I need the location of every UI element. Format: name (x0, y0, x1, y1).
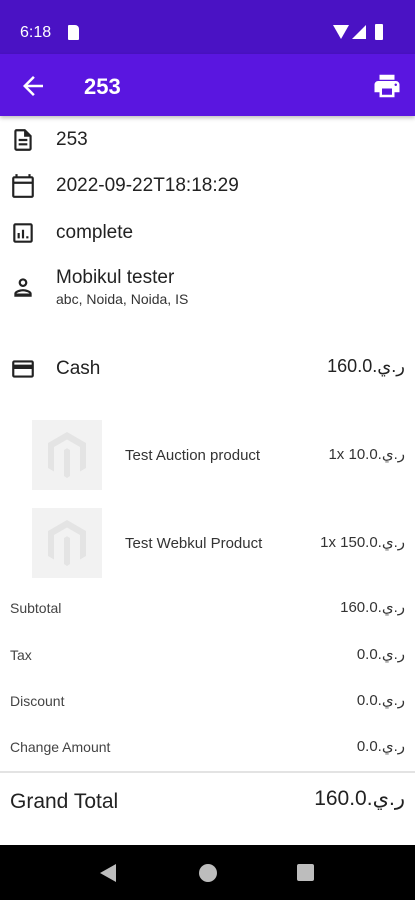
tax-value: 0.0.ر.ي (356, 646, 405, 663)
sim-card-icon (68, 25, 79, 40)
discount-value: 0.0.ر.ي (356, 692, 405, 709)
change-amount-row: Change Amount 0.0.ر.ي (0, 733, 415, 763)
order-status-row: complete (0, 219, 415, 251)
nav-recents-icon[interactable] (297, 864, 314, 881)
subtotal-value: 160.0.ر.ي (340, 599, 405, 616)
calendar-icon (10, 173, 36, 199)
payment-amount: 160.0.ر.ي (327, 356, 405, 376)
order-id-row: 253 (0, 126, 415, 158)
payment-method: Cash (56, 358, 101, 379)
status-bar: 6:18 (0, 0, 415, 54)
order-date: 2022-09-22T18:18:29 (56, 175, 239, 196)
tax-row: Tax 0.0.ر.ي (0, 641, 415, 671)
discount-row: Discount 0.0.ر.ي (0, 687, 415, 717)
order-status: complete (56, 222, 134, 243)
grand-total-label: Grand Total (10, 790, 119, 813)
grand-total-value: 160.0.ر.ي (314, 787, 405, 810)
change-amount-label: Change Amount (10, 739, 111, 755)
product-qty-price: 1x 10.0.ر.ي (328, 446, 405, 463)
back-arrow-icon[interactable] (18, 71, 48, 101)
order-date-row: 2022-09-22T18:18:29 (0, 172, 415, 204)
change-amount-value: 0.0.ر.ي (356, 738, 405, 755)
product-item[interactable]: Test Webkul Product 1x 150.0.ر.ي (0, 508, 415, 580)
page-title: 253 (84, 74, 121, 99)
customer-address: abc, Noida, Noida, IS (56, 291, 189, 307)
divider (0, 771, 415, 773)
credit-card-icon (10, 356, 36, 382)
bar-chart-icon (10, 220, 36, 246)
nav-back-icon[interactable] (100, 864, 116, 882)
product-name: Test Webkul Product (125, 535, 263, 552)
product-qty-price: 1x 150.0.ر.ي (320, 534, 405, 551)
subtotal-row: Subtotal 160.0.ر.ي (0, 594, 415, 624)
product-thumbnail (32, 508, 102, 578)
system-nav-bar (0, 845, 415, 900)
customer-name: Mobikul tester (56, 267, 175, 288)
status-time: 6:18 (20, 24, 52, 41)
product-thumbnail (32, 420, 102, 490)
printer-icon[interactable] (372, 71, 402, 101)
signal-icon (352, 25, 366, 39)
wifi-icon (333, 25, 349, 39)
app-bar: 253 (0, 54, 415, 116)
payment-row: Cash 160.0.ر.ي (0, 353, 415, 385)
document-icon (10, 127, 36, 153)
discount-label: Discount (10, 693, 65, 709)
nav-home-icon[interactable] (199, 864, 217, 882)
product-name: Test Auction product (125, 447, 261, 464)
subtotal-label: Subtotal (10, 600, 62, 616)
person-icon (10, 274, 36, 300)
battery-icon (375, 24, 383, 40)
grand-total-row: Grand Total 160.0.ر.ي (0, 784, 415, 824)
customer-row: Mobikul tester abc, Noida, Noida, IS (0, 264, 415, 312)
tax-label: Tax (10, 647, 32, 663)
order-id: 253 (56, 129, 88, 150)
product-item[interactable]: Test Auction product 1x 10.0.ر.ي (0, 420, 415, 492)
